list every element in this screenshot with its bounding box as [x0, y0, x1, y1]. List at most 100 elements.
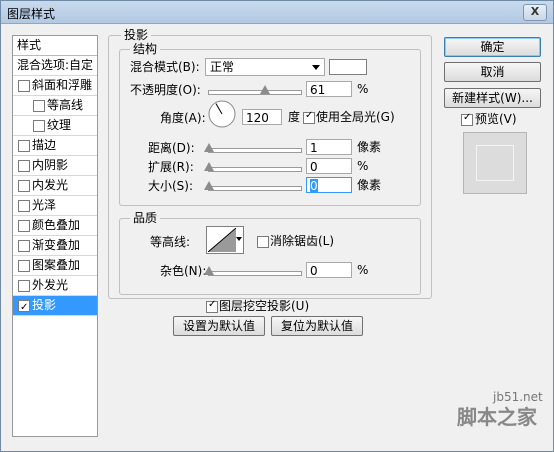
angle-unit: 度: [288, 110, 301, 124]
style-item-label: 内发光: [32, 178, 69, 192]
opacity-slider[interactable]: [208, 85, 302, 95]
contour-picker[interactable]: [206, 226, 244, 254]
style-item[interactable]: 内发光: [13, 176, 97, 196]
structure-group: 结构 混合模式(B): 正常 不透明度(O): 61 % 角度(A): 120 …: [119, 42, 421, 206]
quality-title: 品质: [130, 211, 161, 225]
style-item-checkbox[interactable]: [18, 160, 30, 172]
spread-unit: %: [357, 159, 369, 173]
spread-label: 扩展(R):: [148, 160, 194, 174]
quality-group: 品质 等高线: 消除锯齿(L) 杂色(N): 0 %: [119, 211, 421, 295]
styles-list: 样式 混合选项:自定斜面和浮雕等高线纹理描边内阴影内发光光泽颜色叠加渐变叠加图案…: [12, 35, 98, 437]
style-item-label: 颜色叠加: [32, 218, 81, 232]
layer-style-dialog: 图层样式 X 样式 混合选项:自定斜面和浮雕等高线纹理描边内阴影内发光光泽颜色叠…: [0, 0, 554, 452]
style-item[interactable]: ✓ 投影: [13, 296, 97, 316]
angle-dial[interactable]: [207, 99, 237, 129]
distance-input[interactable]: 1: [306, 139, 352, 155]
blend-mode-select[interactable]: 正常: [205, 58, 325, 76]
antialias-checkbox[interactable]: [257, 236, 269, 248]
style-item[interactable]: 纹理: [13, 116, 97, 136]
style-item-checkbox[interactable]: [33, 100, 45, 112]
style-item-label: 内阴影: [32, 158, 69, 172]
drop-shadow-title: 投影: [121, 28, 152, 42]
style-item-checkbox[interactable]: [18, 280, 30, 292]
global-light-checkbox[interactable]: ✓: [303, 110, 315, 124]
style-item-checkbox[interactable]: [18, 220, 30, 232]
cancel-button[interactable]: 取消: [444, 62, 541, 82]
style-item-label: 描边: [32, 138, 57, 152]
title-bar[interactable]: 图层样式 X: [1, 1, 553, 24]
style-item-checkbox[interactable]: ✓: [18, 300, 30, 313]
size-label: 大小(S):: [148, 179, 194, 193]
blend-mode-value: 正常: [210, 60, 235, 74]
opacity-slider-thumb[interactable]: [260, 85, 271, 94]
style-item-checkbox[interactable]: [18, 80, 30, 92]
style-item[interactable]: 混合选项:自定: [13, 56, 97, 76]
antialias-label[interactable]: 消除锯齿(L): [270, 233, 334, 249]
style-item-checkbox[interactable]: [18, 140, 30, 152]
style-item[interactable]: 渐变叠加: [13, 236, 97, 256]
size-slider-thumb[interactable]: [204, 181, 214, 190]
opacity-label: 不透明度(O):: [130, 83, 201, 97]
spread-slider-thumb[interactable]: [204, 162, 214, 171]
style-item[interactable]: 等高线: [13, 96, 97, 116]
style-item[interactable]: 内阴影: [13, 156, 97, 176]
style-item-label: 混合选项:自定: [17, 58, 94, 72]
distance-slider[interactable]: [204, 143, 302, 153]
window-title: 图层样式: [7, 7, 56, 21]
style-item-label: 斜面和浮雕: [32, 78, 93, 92]
style-item-label: 渐变叠加: [32, 238, 81, 252]
global-light-label[interactable]: 使用全局光(G): [316, 109, 395, 125]
distance-label: 距离(D):: [148, 141, 195, 155]
style-item[interactable]: 外发光: [13, 276, 97, 296]
style-item-label: 外发光: [32, 278, 69, 292]
size-slider[interactable]: [204, 181, 302, 191]
style-item-checkbox[interactable]: [33, 120, 45, 132]
style-item[interactable]: 光泽: [13, 196, 97, 216]
style-item-checkbox[interactable]: [18, 180, 30, 192]
distance-unit: 像素: [357, 140, 382, 154]
size-input-value: 0: [310, 179, 318, 193]
style-item-checkbox[interactable]: [18, 200, 30, 212]
spread-input[interactable]: 0: [306, 158, 352, 174]
style-item[interactable]: 描边: [13, 136, 97, 156]
preview-label[interactable]: 预览(V): [475, 111, 517, 127]
style-item[interactable]: 颜色叠加: [13, 216, 97, 236]
noise-input[interactable]: 0: [306, 262, 352, 278]
style-item-label: 等高线: [47, 98, 84, 112]
styles-list-header[interactable]: 样式: [13, 36, 97, 56]
spread-slider[interactable]: [204, 162, 302, 172]
knockout-checkbox[interactable]: ✓: [206, 299, 218, 313]
new-style-button[interactable]: 新建样式(W)...: [444, 88, 541, 108]
style-item-label: 光泽: [32, 198, 57, 212]
size-unit: 像素: [357, 178, 382, 192]
size-input[interactable]: 0: [306, 177, 352, 193]
check-icon: ✓: [20, 302, 29, 313]
style-item[interactable]: 图案叠加: [13, 256, 97, 276]
set-default-button[interactable]: 设置为默认值: [173, 316, 265, 336]
style-item-label: 投影: [32, 298, 57, 312]
knockout-label[interactable]: 图层挖空投影(U): [219, 298, 309, 314]
style-item-checkbox[interactable]: [18, 260, 30, 272]
noise-slider[interactable]: [204, 266, 302, 276]
preview-swatch: [476, 145, 514, 181]
watermark-site: jb51.net: [493, 390, 543, 404]
angle-input[interactable]: 120: [242, 109, 282, 125]
reset-default-button[interactable]: 复位为默认值: [271, 316, 363, 336]
distance-slider-thumb[interactable]: [204, 143, 214, 152]
style-item[interactable]: 斜面和浮雕: [13, 76, 97, 96]
noise-slider-thumb[interactable]: [204, 266, 214, 275]
check-icon: ✓: [463, 112, 472, 123]
contour-preview-icon: [208, 228, 236, 252]
chevron-down-icon: [312, 65, 320, 70]
check-icon: ✓: [305, 110, 314, 121]
ok-button[interactable]: 确定: [444, 37, 541, 57]
check-icon: ✓: [208, 299, 217, 310]
angle-label: 角度(A):: [160, 111, 206, 125]
preview-checkbox[interactable]: ✓: [461, 112, 473, 126]
shadow-color-swatch[interactable]: [329, 59, 367, 75]
close-button[interactable]: X: [523, 4, 547, 21]
opacity-input[interactable]: 61: [306, 81, 352, 97]
style-item-checkbox[interactable]: [18, 240, 30, 252]
contour-label: 等高线:: [150, 235, 191, 249]
structure-title: 结构: [130, 42, 161, 56]
